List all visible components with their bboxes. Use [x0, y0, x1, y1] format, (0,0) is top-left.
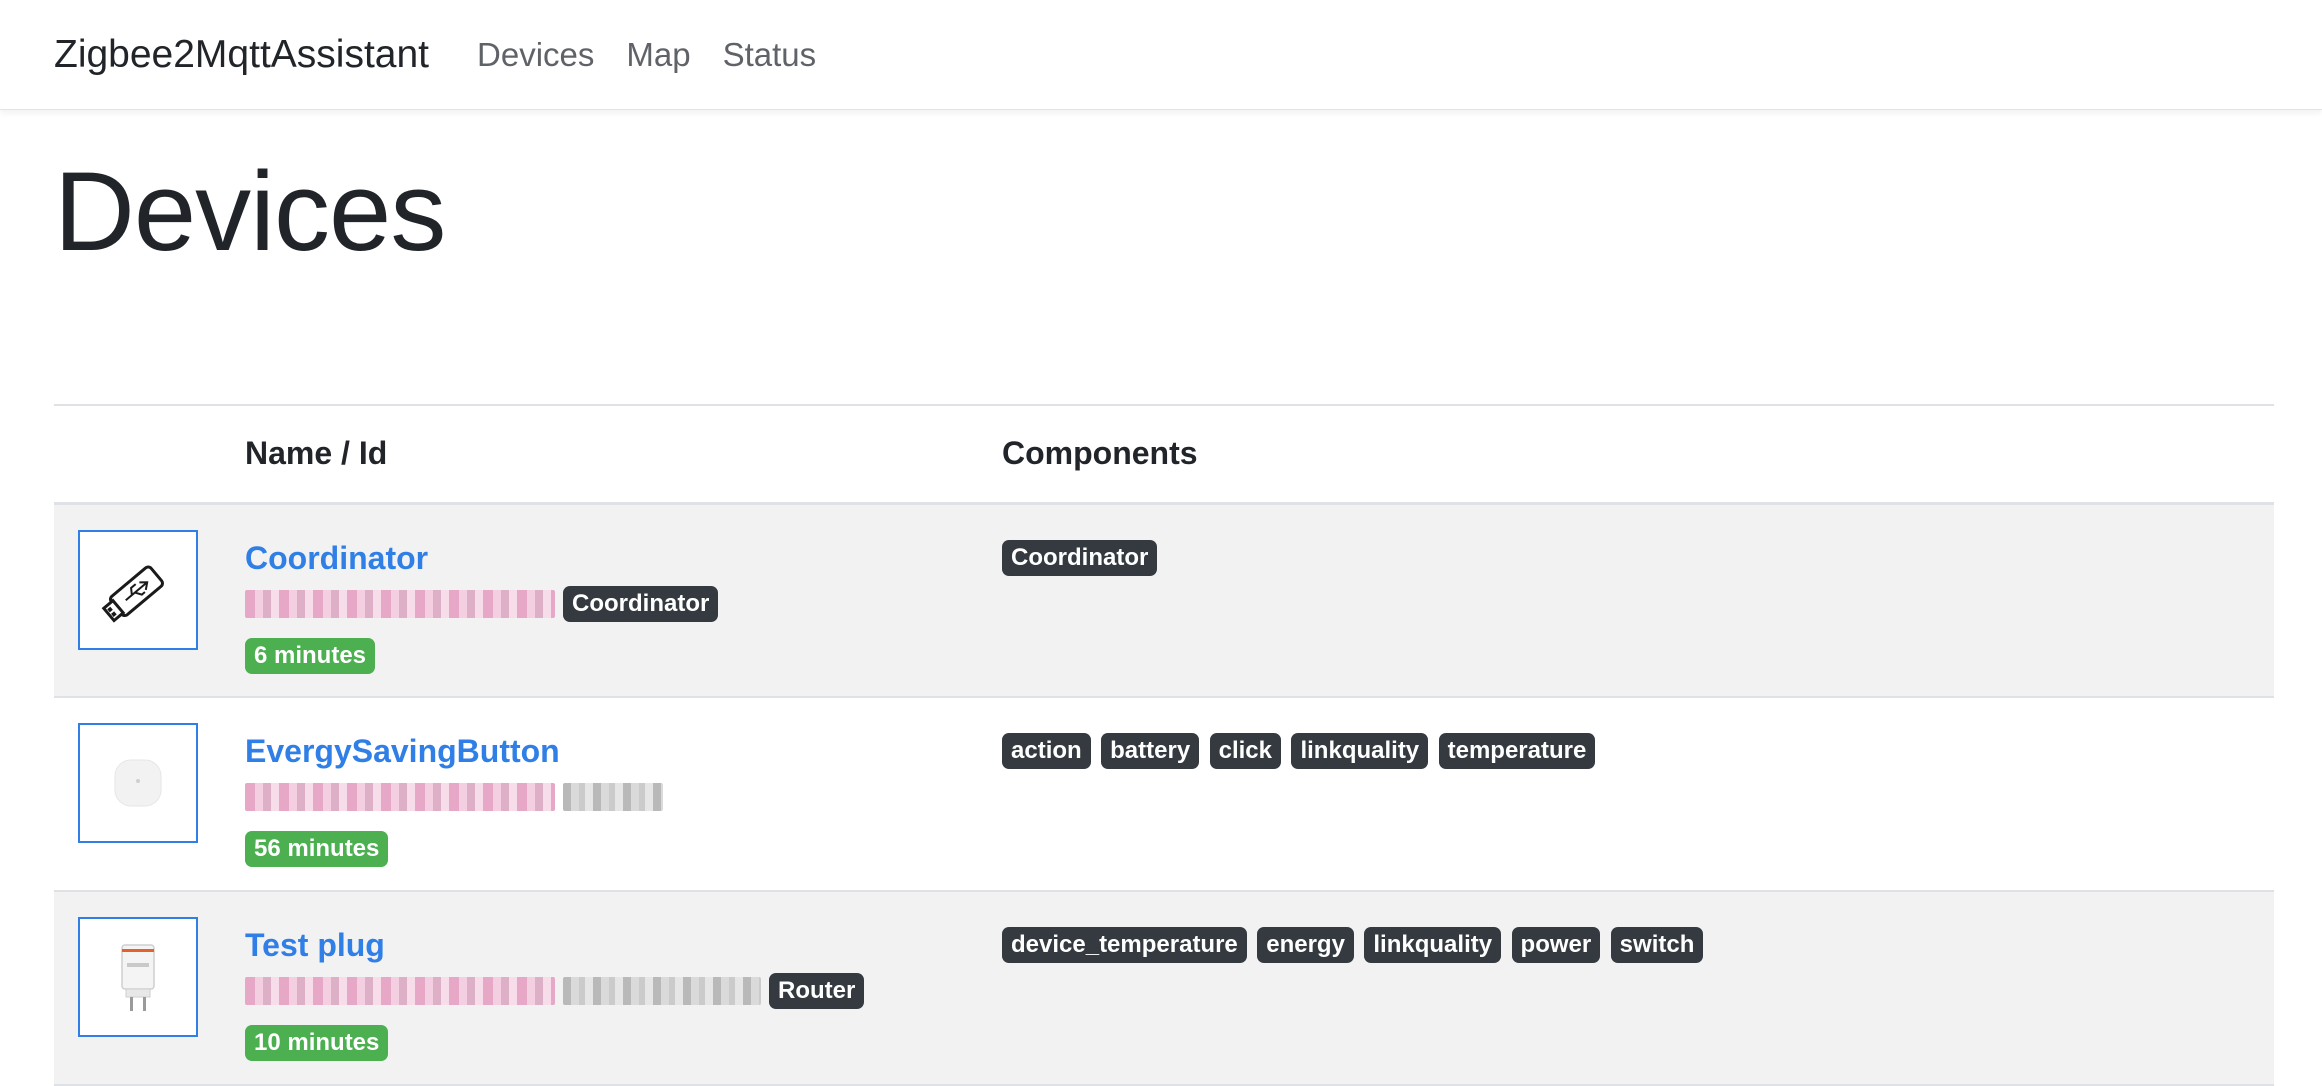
component-badge: click	[1209, 733, 1282, 769]
component-badge: temperature	[1438, 733, 1596, 769]
component-badge: action	[1002, 733, 1091, 769]
round-button-icon	[114, 759, 162, 807]
brand-link[interactable]: Zigbee2MqttAssistant	[54, 33, 429, 77]
device-image[interactable]	[78, 917, 198, 1037]
page-title: Devices	[54, 149, 446, 274]
device-id-line: Router	[245, 967, 1002, 1015]
device-name-link[interactable]: Test plug	[245, 925, 385, 965]
usb-stick-icon	[101, 565, 164, 623]
header-image	[54, 404, 245, 505]
component-badge: energy	[1257, 927, 1354, 963]
redacted-ieee-id	[245, 977, 555, 1005]
smart-plug-icon	[121, 944, 155, 1011]
component-badge: power	[1511, 927, 1601, 963]
nav-link-map[interactable]: Map	[626, 36, 690, 74]
component-badge: switch	[1610, 927, 1704, 963]
header-name-id: Name / Id	[245, 404, 1002, 505]
component-badge: device_temperature	[1002, 927, 1247, 963]
components-cell: action battery click linkquality tempera…	[1002, 697, 2274, 891]
last-seen-badge: 56 minutes	[245, 831, 389, 867]
table-row: Test plug Router 10 minutes device_tempe…	[54, 891, 2274, 1085]
table-row: Coordinator Coordinator 6 minutes Coordi…	[54, 503, 2274, 697]
component-badge: linkquality	[1364, 927, 1502, 963]
component-badge: linkquality	[1291, 733, 1429, 769]
main-content: Devices Name / Id Components Coordinator…	[0, 110, 2322, 1086]
last-seen-badge: 6 minutes	[245, 637, 376, 674]
redacted-model-id	[563, 783, 663, 811]
table-header-row: Name / Id Components	[54, 404, 2274, 505]
components-cell: device_temperature energy linkquality po…	[1002, 891, 2274, 1085]
device-name-link[interactable]: Coordinator	[245, 538, 428, 578]
redacted-ieee-id	[245, 783, 555, 811]
device-id-line: Coordinator	[245, 580, 1002, 628]
component-badge: battery	[1101, 733, 1200, 769]
device-image[interactable]	[78, 723, 198, 843]
nav-link-devices[interactable]: Devices	[477, 36, 594, 74]
table-row: EvergySavingButton 56 minutes action bat…	[54, 697, 2274, 891]
device-image[interactable]	[78, 529, 198, 650]
top-navbar: Zigbee2MqttAssistant Devices Map Status	[0, 0, 2322, 110]
device-id-line	[245, 773, 1002, 821]
devices-table: Name / Id Components Coordinator Coordin…	[54, 404, 2274, 1086]
nav-link-status[interactable]: Status	[723, 36, 817, 74]
device-type-badge: Router	[769, 973, 865, 1009]
redacted-model-id	[563, 977, 761, 1005]
component-badge: Coordinator	[1002, 539, 1158, 576]
redacted-ieee-id	[245, 589, 555, 618]
device-type-badge: Coordinator	[563, 585, 719, 622]
components-cell: Coordinator	[1002, 503, 2274, 697]
last-seen-badge: 10 minutes	[245, 1025, 389, 1061]
header-components: Components	[1002, 404, 2274, 505]
device-name-link[interactable]: EvergySavingButton	[245, 731, 560, 771]
